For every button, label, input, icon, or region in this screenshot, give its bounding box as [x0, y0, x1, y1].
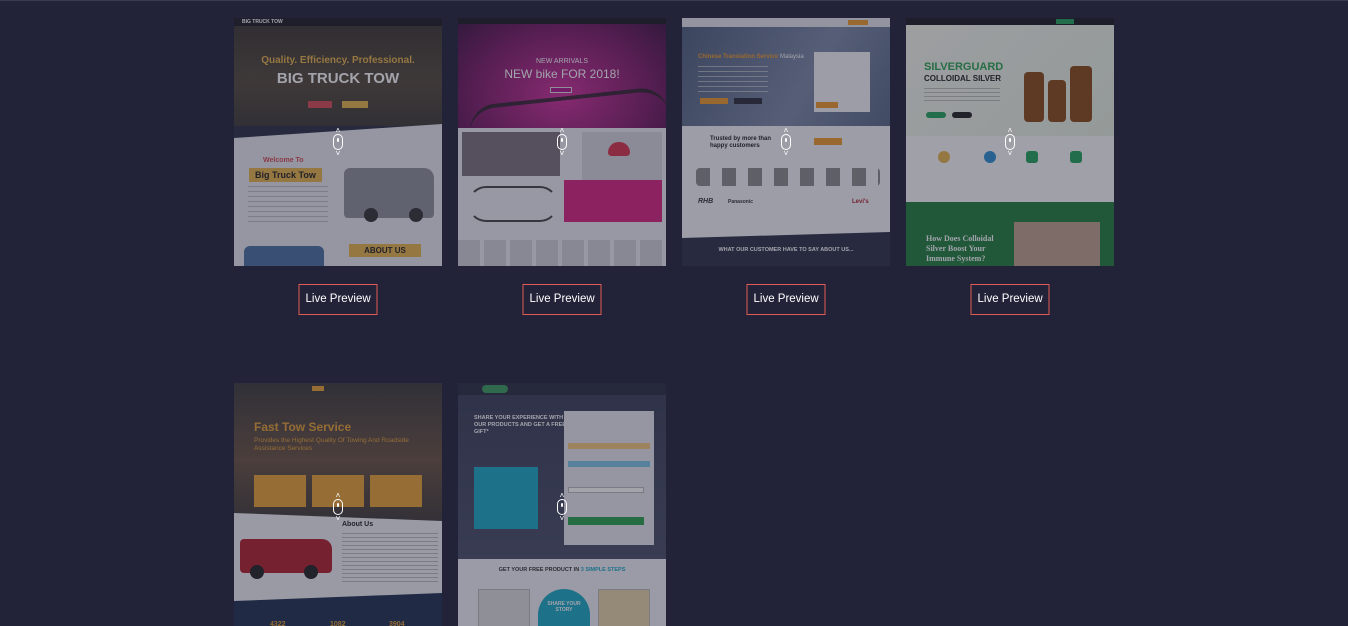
live-preview-button[interactable]: Live Preview [746, 284, 826, 315]
theme-thumbnail[interactable]: Fast Tow Service Provides the Highest Qu… [234, 383, 442, 626]
live-preview-button[interactable]: Live Preview [522, 284, 602, 315]
theme-card-silverguard: SILVERGUARD COLLOIDAL SILVER How Does Co… [906, 18, 1114, 315]
hero-tagline: Quality. Efficiency. Professional. [261, 55, 415, 66]
theme-card-translation: Chinese Translation Service Malaysia Tru… [682, 18, 890, 315]
trusted-subheading: happy customers [710, 143, 760, 149]
theme-thumbnail[interactable]: NEW ARRIVALS NEW bike FOR 2018! ˄ ˅ [458, 18, 666, 266]
mouse-scroll-icon: ˄ ˅ [554, 490, 570, 524]
stat-value: 4322 [270, 621, 286, 626]
client-logo: Panasonic [728, 199, 754, 205]
testimonials-heading: WHAT OUR CUSTOMER HAVE TO SAY ABOUT US..… [718, 247, 854, 253]
steps-heading: GET YOUR FREE PRODUCT IN 3 SIMPLE STEPS [458, 567, 666, 573]
welcome-brand: Big Truck Tow [249, 168, 322, 182]
hero-subheadline: COLLOIDAL SILVER [924, 74, 1002, 83]
theme-card-bike-shop: NEW ARRIVALS NEW bike FOR 2018! ˄ ˅ Live … [458, 18, 666, 315]
hero-headline: NEW bike FOR 2018! [504, 67, 620, 81]
hero-title-location: Malaysia [780, 54, 804, 60]
stat-value: 1082 [330, 621, 346, 626]
brand-logo: BIG TRUCK TOW [242, 19, 283, 25]
steps-heading-highlight: 3 SIMPLE STEPS [580, 567, 626, 573]
theme-card-fast-tow: Fast Tow Service Provides the Highest Qu… [234, 383, 442, 626]
share-story-stamp: SHARE YOUR STORY [547, 601, 581, 613]
about-heading: About Us [342, 521, 374, 528]
hero-headline: BIG TRUCK TOW [276, 70, 400, 87]
about-us-button: ABOUT US [349, 244, 421, 257]
mouse-scroll-icon: ˄ ˅ [778, 125, 794, 159]
theme-thumbnail[interactable]: Chinese Translation Service Malaysia Tru… [682, 18, 890, 266]
welcome-heading: Welcome To [263, 157, 304, 164]
client-logo: RHB [698, 198, 714, 205]
theme-card-free-gift: SHARE YOUR EXPERIENCE WITH OUR PRODUCTS … [458, 383, 666, 626]
live-preview-button[interactable]: Live Preview [298, 284, 378, 315]
live-preview-button[interactable]: Live Preview [970, 284, 1050, 315]
hero-subtext: Provides the Highest Quality Of Towing A… [254, 437, 409, 452]
mouse-scroll-icon: ˄ ˅ [330, 490, 346, 524]
trusted-heading: Trusted by more than [710, 136, 772, 142]
theme-thumbnail[interactable]: BIG TRUCK TOW Quality. Efficiency. Profe… [234, 18, 442, 266]
hero-kicker: NEW ARRIVALS [536, 58, 588, 65]
hero-headline: Fast Tow Service [254, 420, 352, 434]
mouse-scroll-icon: ˄ ˅ [330, 125, 346, 159]
hero-headline: SHARE YOUR EXPERIENCE WITH OUR PRODUCTS … [474, 415, 566, 435]
hero-headline: SILVERGUARD [924, 61, 1004, 73]
theme-card-big-truck-tow: BIG TRUCK TOW Quality. Efficiency. Profe… [234, 18, 442, 315]
mouse-scroll-icon: ˄ ˅ [554, 125, 570, 159]
hero-title: Chinese Translation Service [698, 54, 779, 60]
theme-thumbnail[interactable]: SHARE YOUR EXPERIENCE WITH OUR PRODUCTS … [458, 383, 666, 626]
steps-heading-text: GET YOUR FREE PRODUCT IN [498, 567, 580, 573]
mouse-scroll-icon: ˄ ˅ [1002, 125, 1018, 159]
article-heading: How Does Colloidal Silver Boost Your Imm… [926, 234, 994, 263]
theme-thumbnail[interactable]: SILVERGUARD COLLOIDAL SILVER How Does Co… [906, 18, 1114, 266]
client-logo: Levi's [852, 199, 869, 205]
stat-value: 3904 [389, 621, 405, 626]
